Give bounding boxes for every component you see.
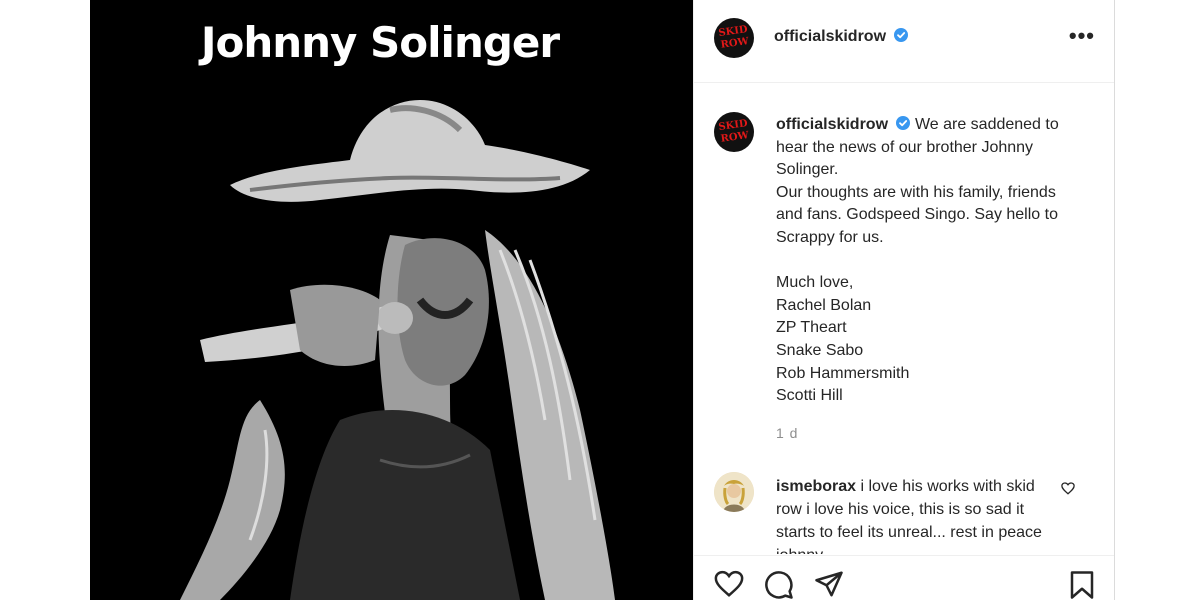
skid-row-logo: SKID ROW bbox=[717, 118, 750, 145]
comments-scroll-area[interactable]: SKID ROW officialskidrow We are saddened… bbox=[694, 84, 1115, 554]
caption-text-line: ZP Theart bbox=[776, 319, 847, 337]
post-action-bar bbox=[694, 555, 1115, 600]
post-timestamp[interactable]: 1 d bbox=[776, 425, 798, 441]
like-comment-heart-icon[interactable] bbox=[1061, 482, 1075, 495]
comment-icon[interactable] bbox=[764, 570, 794, 600]
post-details-panel: SKID ROW officialskidrow ••• SKID ROW of… bbox=[693, 0, 1115, 600]
verified-icon bbox=[896, 116, 911, 130]
post-image[interactable]: Johnny Solinger bbox=[90, 0, 693, 600]
comment-text: ismeborax i love his works with skid row… bbox=[776, 475, 1046, 554]
singer-photo bbox=[90, 0, 693, 600]
caption-text-line: Rob Hammersmith bbox=[776, 364, 910, 382]
caption-text-line: Our thoughts are with his family, friend… bbox=[776, 183, 1058, 246]
caption-text-line: Much love, bbox=[776, 274, 854, 292]
skid-row-logo: SKID ROW bbox=[717, 24, 750, 51]
caption-text-line: Scotti Hill bbox=[776, 387, 843, 405]
post-caption: officialskidrow We are saddened to hear … bbox=[776, 114, 1086, 408]
commenter-avatar-image bbox=[714, 472, 754, 512]
comment-username[interactable]: ismeborax bbox=[776, 478, 856, 495]
image-title-text: Johnny Solinger bbox=[200, 18, 560, 67]
account-avatar[interactable]: SKID ROW bbox=[714, 18, 754, 58]
caption-text-line: Rachel Bolan bbox=[776, 296, 872, 314]
bookmark-icon[interactable] bbox=[1069, 570, 1095, 600]
share-icon[interactable] bbox=[814, 570, 844, 598]
caption-text-line: Snake Sabo bbox=[776, 341, 864, 359]
caption-username[interactable]: officialskidrow bbox=[776, 116, 888, 133]
caption-avatar[interactable]: SKID ROW bbox=[714, 112, 754, 152]
page-gutter-right bbox=[1114, 0, 1200, 600]
more-options-icon[interactable]: ••• bbox=[1069, 25, 1095, 47]
header-username-row: officialskidrow bbox=[774, 28, 909, 46]
heart-icon[interactable] bbox=[714, 570, 744, 598]
verified-icon bbox=[894, 28, 909, 42]
post-header: SKID ROW officialskidrow ••• bbox=[694, 0, 1115, 83]
page-gutter-left bbox=[0, 0, 90, 600]
commenter-avatar[interactable] bbox=[714, 472, 754, 512]
caption-first-line: officialskidrow We are saddened to hear … bbox=[776, 114, 1086, 182]
header-username[interactable]: officialskidrow bbox=[774, 28, 886, 45]
